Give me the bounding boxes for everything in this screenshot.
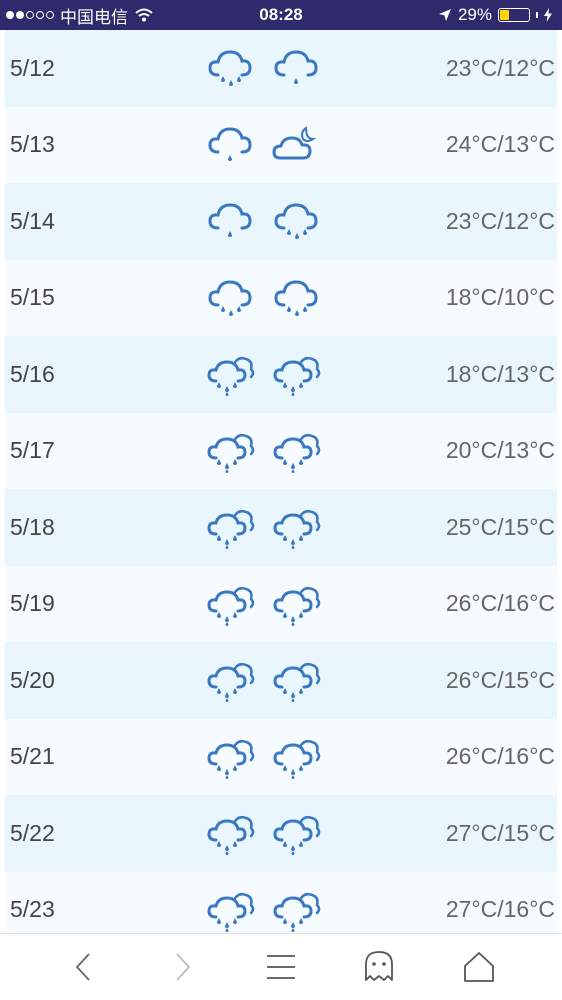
forecast-date: 5/13	[10, 131, 55, 158]
forecast-date: 5/14	[10, 207, 55, 234]
forecast-temperature: 18°C/13°C	[445, 360, 555, 387]
forecast-row[interactable]: 5/20 26°C/15°C	[5, 642, 557, 719]
forecast-temperature: 23°C/12°C	[445, 207, 555, 234]
rain-icon	[274, 203, 318, 240]
rain-shower-icon	[273, 586, 321, 626]
forecast-row[interactable]: 5/16 18°C/13°C	[5, 336, 557, 413]
weather-icons	[203, 566, 323, 643]
forecast-date: 5/18	[10, 513, 55, 540]
forecast-temperature: 25°C/15°C	[445, 513, 555, 540]
forecast-temperature: 18°C/10°C	[445, 284, 555, 311]
rain-shower-icon	[207, 510, 255, 550]
weather-icons	[203, 183, 323, 260]
weather-icons	[203, 336, 323, 413]
forecast-date: 5/23	[10, 896, 55, 923]
weather-icons	[203, 642, 323, 719]
rain-shower-icon	[273, 433, 321, 473]
weather-icons	[203, 30, 323, 107]
forecast-row[interactable]: 5/21 26°C/16°C	[5, 718, 557, 796]
forecast-row[interactable]: 5/18 25°C/15°C	[5, 489, 557, 566]
forecast-date: 5/22	[10, 819, 55, 846]
forecast-row[interactable]: 5/19 26°C/16°C	[5, 565, 557, 643]
forecast-row[interactable]: 5/12 23°C/12°C	[5, 30, 557, 107]
rain-shower-icon	[207, 892, 255, 932]
forecast-temperature: 20°C/13°C	[445, 437, 555, 464]
forecast-temperature: 27°C/16°C	[445, 896, 555, 923]
forecast-date: 5/16	[10, 360, 55, 387]
light-rain-icon	[208, 127, 252, 161]
forecast-temperature: 26°C/15°C	[445, 666, 555, 693]
forecast-temperature: 27°C/15°C	[445, 819, 555, 846]
rain-shower-icon	[207, 816, 255, 856]
charging-bolt-icon	[544, 8, 552, 22]
forward-button[interactable]	[152, 934, 212, 1000]
weather-icons	[203, 107, 323, 184]
rain-shower-icon	[273, 510, 321, 550]
battery-icon	[498, 8, 530, 22]
menu-button[interactable]	[251, 934, 311, 1000]
forecast-row[interactable]: 5/17 20°C/13°C	[5, 412, 557, 490]
weather-icons	[203, 489, 323, 566]
rain-icon	[208, 50, 252, 87]
rain-shower-icon	[207, 663, 255, 703]
forecast-date: 5/17	[10, 437, 55, 464]
home-icon	[464, 952, 494, 982]
rain-shower-icon	[207, 357, 255, 397]
battery-nub	[536, 12, 538, 18]
location-arrow-icon	[438, 9, 451, 21]
forecast-date: 5/19	[10, 590, 55, 617]
forecast-row[interactable]: 5/13 24°C/13°C	[5, 106, 557, 184]
forecast-row[interactable]: 5/14 23°C/12°C	[5, 183, 557, 260]
back-button[interactable]	[54, 934, 114, 1000]
bottom-toolbar	[0, 933, 562, 1000]
forecast-list[interactable]: 5/12 23°C/12°C 5/13 24°C/13°C 5/14 23°C/12…	[5, 30, 557, 948]
weather-icons	[203, 719, 323, 796]
battery-level	[500, 10, 509, 20]
ghost-button[interactable]	[349, 934, 409, 1000]
forecast-date: 5/15	[10, 284, 55, 311]
rain-shower-icon	[273, 816, 321, 856]
forecast-date: 5/20	[10, 666, 55, 693]
rain-shower-icon	[207, 586, 255, 626]
battery-percent: 29%	[457, 5, 492, 24]
forecast-row[interactable]: 5/22 27°C/15°C	[5, 795, 557, 872]
rain-shower-icon	[273, 739, 321, 779]
forward-icon	[176, 953, 191, 981]
forecast-date: 5/21	[10, 743, 55, 770]
forecast-temperature: 26°C/16°C	[445, 590, 555, 617]
forecast-temperature: 24°C/13°C	[445, 131, 555, 158]
forecast-date: 5/12	[10, 54, 55, 81]
forecast-row[interactable]: 5/15 18°C/10°C	[5, 259, 557, 337]
rain-icon	[274, 280, 318, 316]
back-icon	[75, 953, 90, 981]
rain-shower-icon	[273, 892, 321, 932]
rain-shower-icon	[273, 357, 321, 397]
home-button[interactable]	[449, 934, 509, 1000]
light-rain-icon	[208, 203, 252, 238]
rain-icon	[208, 280, 252, 316]
forecast-temperature: 26°C/16°C	[445, 743, 555, 770]
forecast-temperature: 23°C/12°C	[445, 54, 555, 81]
weather-icons	[203, 413, 323, 490]
rain-shower-icon	[207, 433, 255, 473]
light-rain-icon	[274, 50, 318, 85]
status-right: 29%	[438, 0, 552, 30]
weather-icons	[203, 260, 323, 337]
cloudy-night-icon	[272, 125, 317, 160]
rain-shower-icon	[207, 739, 255, 779]
weather-icons	[203, 795, 323, 872]
status-bar: 中国电信 08:28 29%	[0, 0, 562, 30]
rain-shower-icon	[273, 663, 321, 703]
menu-icon	[267, 955, 295, 979]
ghost-icon	[365, 951, 393, 981]
